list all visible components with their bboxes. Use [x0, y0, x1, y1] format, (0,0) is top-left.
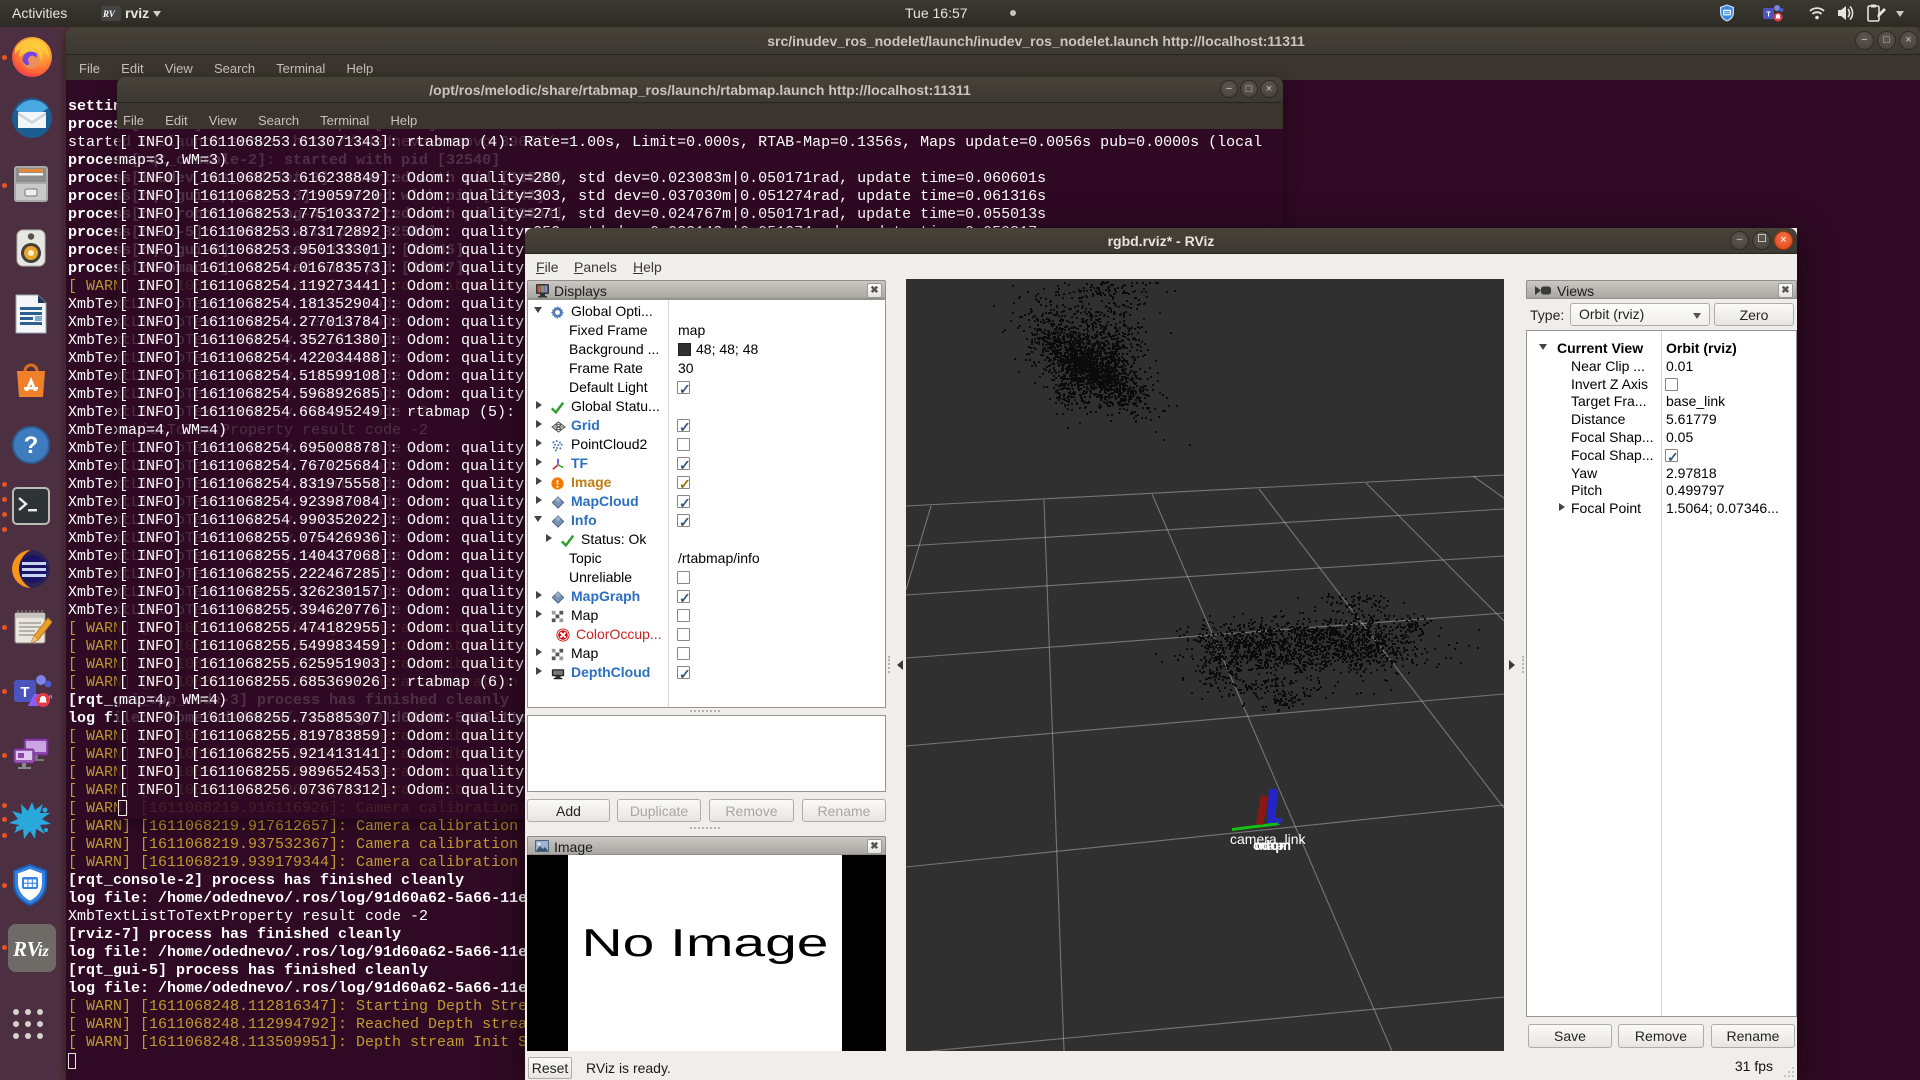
- svg-text:T: T: [1766, 10, 1771, 19]
- svg-text:iz: iz: [38, 943, 49, 960]
- svg-text:T: T: [20, 684, 29, 701]
- svg-text:RV: RV: [102, 9, 116, 19]
- svg-text:?: ?: [24, 432, 39, 459]
